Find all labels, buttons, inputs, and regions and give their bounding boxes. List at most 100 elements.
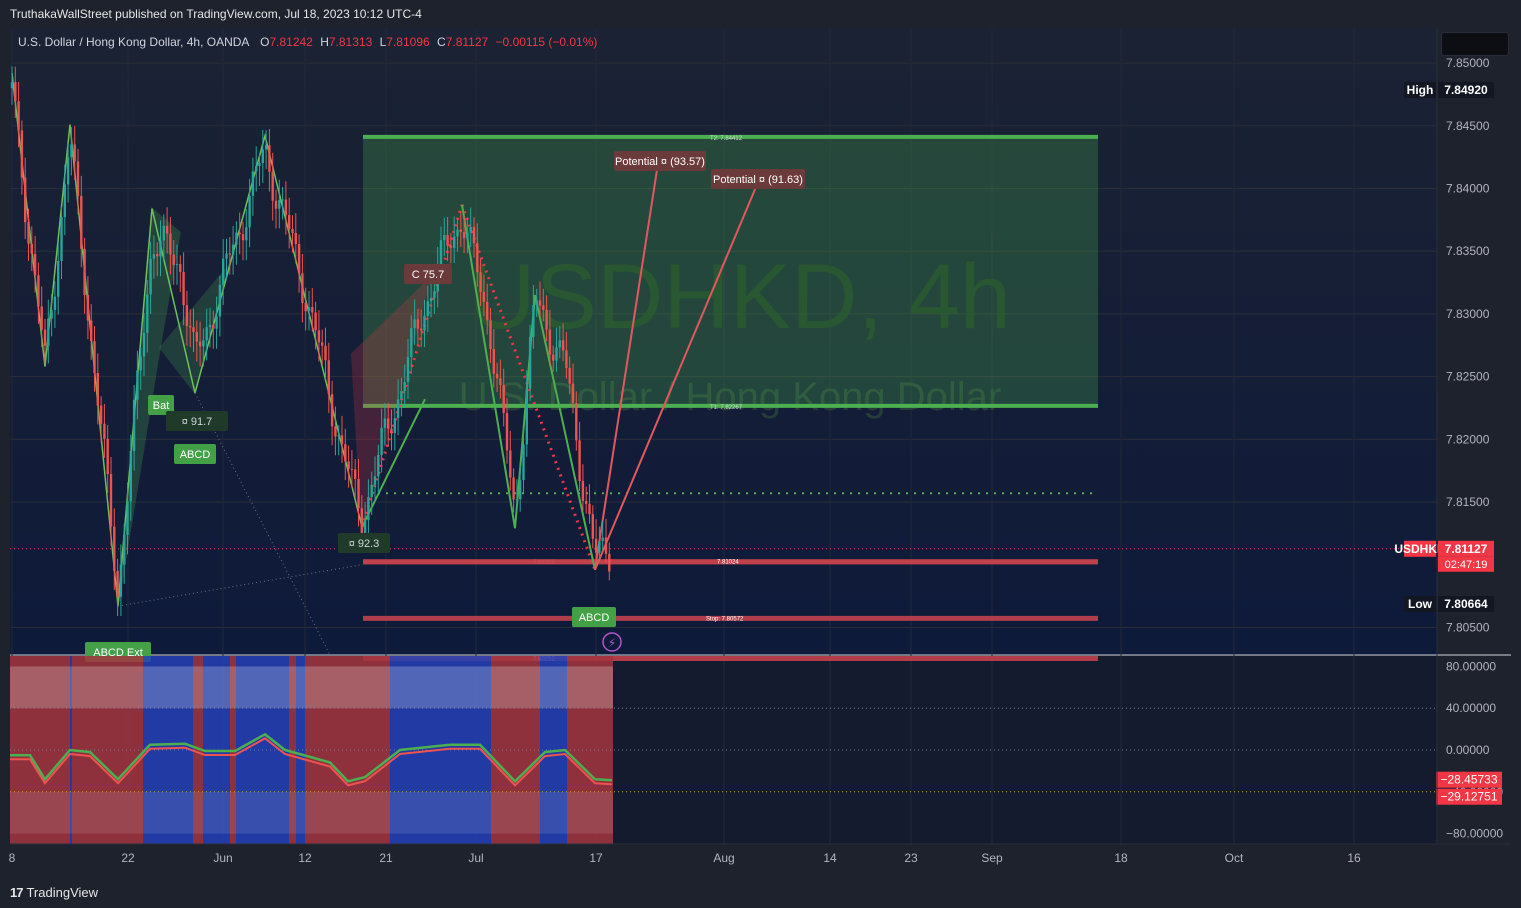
candle-body <box>47 318 50 346</box>
candle-body <box>532 305 535 337</box>
candle-body <box>601 537 604 542</box>
time-tick-label: Sep <box>981 851 1003 865</box>
candle-body <box>538 300 542 306</box>
candle-body <box>274 200 278 209</box>
candle-body <box>410 328 413 357</box>
candle-body <box>555 347 558 361</box>
candle-body <box>50 310 53 319</box>
candle-body <box>288 215 291 229</box>
time-tick-label: 14 <box>823 851 837 865</box>
price-tick-label: 7.84000 <box>1446 182 1490 196</box>
legend-change: −0.00115 (−0.01%) <box>495 35 598 49</box>
candle-body <box>129 451 132 502</box>
candle-body <box>185 305 189 326</box>
candle-body <box>383 418 387 428</box>
candle-body <box>40 306 43 330</box>
candle-body <box>123 534 126 565</box>
candle-body <box>321 342 324 346</box>
candle-body <box>96 372 99 406</box>
candle-body <box>284 199 288 216</box>
candle-body <box>43 329 47 346</box>
candle-body <box>502 385 505 414</box>
price-tick-label: 7.83000 <box>1446 307 1490 321</box>
candle-body <box>116 570 119 597</box>
candle-body <box>212 324 215 329</box>
candle-body <box>565 350 568 369</box>
candle-body <box>495 373 499 379</box>
candle-body <box>66 157 70 185</box>
candle-body <box>482 291 486 302</box>
candle-body <box>76 161 80 196</box>
legend-symbol: U.S. Dollar / Hong Kong Dollar, 4h, OAND… <box>18 35 249 49</box>
candle-body <box>202 340 205 347</box>
candle-body <box>218 284 222 317</box>
candle-body <box>205 327 208 341</box>
time-tick-label: Jun <box>213 851 232 865</box>
candle-body <box>406 356 410 382</box>
price-tick-label: 7.82000 <box>1446 432 1490 446</box>
candle-body <box>466 232 469 239</box>
candle-body <box>248 195 251 228</box>
candle-body <box>152 253 156 259</box>
candle-body <box>93 341 96 373</box>
candle-body <box>416 319 420 329</box>
level-line-label: 7.81024 <box>717 560 739 566</box>
candle-body <box>304 302 307 312</box>
candle-body <box>340 435 344 445</box>
candle-body <box>301 273 304 303</box>
candle-body <box>271 171 274 201</box>
candle-body <box>476 243 479 273</box>
candle-body <box>571 383 575 404</box>
candle-body <box>175 264 179 266</box>
candle-body <box>380 427 383 455</box>
candle-body <box>189 325 192 328</box>
candle-body <box>228 253 231 255</box>
oscillator-tick-label: 0.00000 <box>1446 743 1490 757</box>
candle-body <box>499 378 502 386</box>
candle-body <box>413 319 416 329</box>
tradingview-logo[interactable]: 17 TradingView <box>10 885 98 900</box>
legend-open: 7.81242 <box>269 35 313 49</box>
candle-body <box>370 484 373 497</box>
candle-body <box>363 519 367 534</box>
price-label-name: Low <box>1408 597 1433 611</box>
chart-settings-button[interactable] <box>1441 32 1509 56</box>
candle-body <box>106 438 109 475</box>
candle-body <box>179 264 182 272</box>
candle-body <box>156 253 159 257</box>
candle-body <box>515 499 519 501</box>
candle-body <box>568 368 571 384</box>
time-tick-label: 12 <box>298 851 312 865</box>
candle-body <box>241 234 245 241</box>
candle-body <box>426 301 429 316</box>
oscillator-tick-label: −80.00000 <box>1446 827 1503 841</box>
price-label-name: High <box>1407 83 1434 97</box>
time-tick-label: 16 <box>1347 851 1361 865</box>
candle-body <box>433 291 436 299</box>
candle-body <box>324 345 327 361</box>
candle-body <box>472 226 476 244</box>
time-tick-label: 21 <box>379 851 393 865</box>
candle-body <box>139 356 142 371</box>
time-tick-label: 17 <box>589 851 603 865</box>
candle-body <box>479 272 482 292</box>
time-tick-label: 22 <box>121 851 135 865</box>
candle-body <box>552 354 555 361</box>
candle-body <box>598 541 601 553</box>
footer-bar: 17 TradingView <box>0 880 1521 908</box>
chart-svg[interactable]: 7.85000 7.84500 7.84000 7.83500 7.83000 7.825… <box>0 28 1521 880</box>
candle-body <box>439 240 443 267</box>
candle-body <box>453 236 456 248</box>
potential-label-1: Potential ¤ (93.57) <box>615 156 705 168</box>
candle-body <box>86 295 90 321</box>
oscillator-tick-label: 40.00000 <box>1446 701 1496 715</box>
candle-body <box>297 244 301 274</box>
candle-body <box>70 144 73 158</box>
candle-body <box>57 261 60 297</box>
candle-body <box>231 244 235 255</box>
candle-body <box>330 394 334 427</box>
candle-body <box>24 177 27 223</box>
chart-area[interactable]: 7.85000 7.84500 7.84000 7.83500 7.83000 7.825… <box>0 28 1521 880</box>
candle-body <box>390 428 393 434</box>
candle-body <box>195 332 198 342</box>
